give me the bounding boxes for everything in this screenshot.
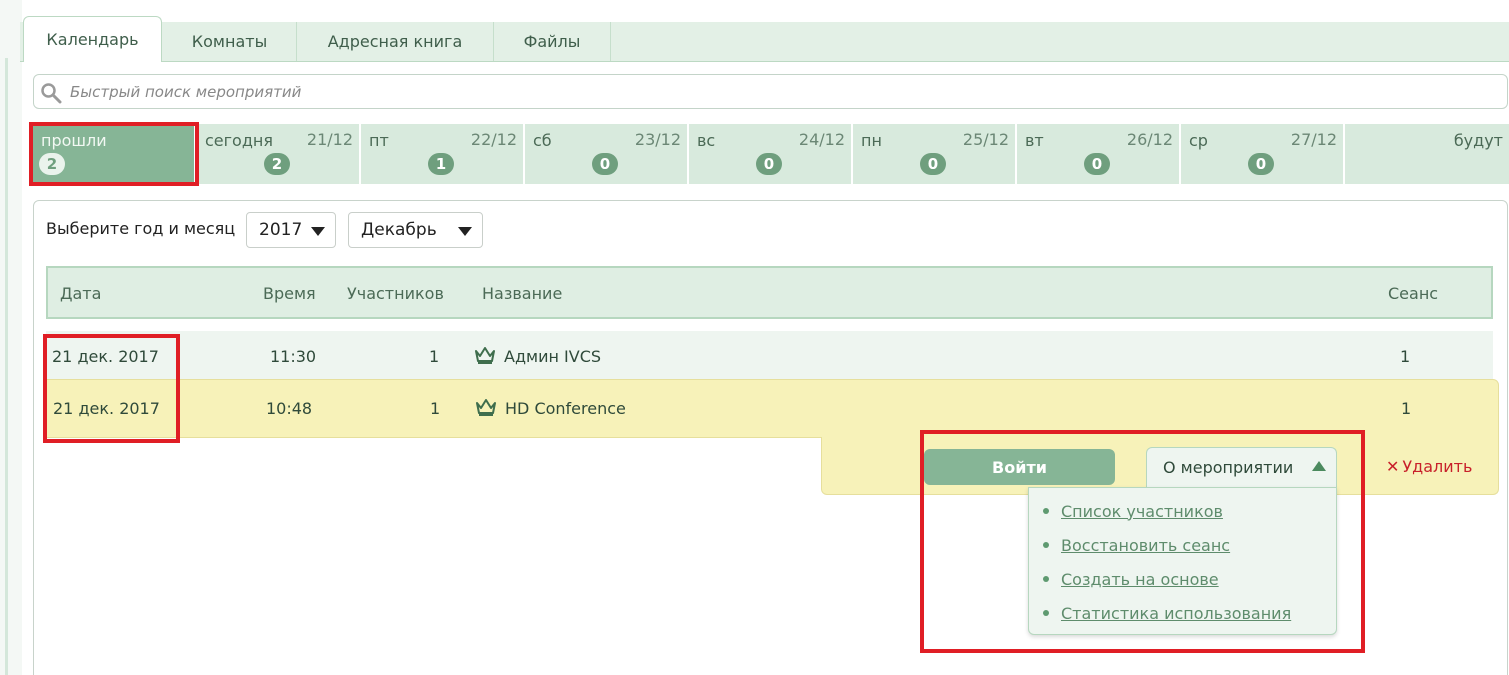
table-header: Дата Время Участников Название Сеанс xyxy=(46,266,1493,319)
row-date: 21 дек. 2017 xyxy=(52,347,159,366)
year-select[interactable]: 2017 xyxy=(246,212,336,248)
day-sat[interactable]: сб 23/12 0 xyxy=(525,124,689,184)
column-time[interactable]: Время xyxy=(263,284,316,303)
table-row[interactable]: 21 дек. 2017 11:30 1 Админ IVCS 1 xyxy=(46,331,1493,381)
row-time: 10:48 xyxy=(266,399,313,418)
day-date: 25/12 xyxy=(962,130,1009,149)
menu-item-usage-stats[interactable]: Статистика использования xyxy=(1043,602,1291,624)
day-name: пн xyxy=(861,131,882,150)
day-name: будут xyxy=(1453,131,1503,150)
delete-label: Удалить xyxy=(1402,457,1473,476)
menu-item-restore-session[interactable]: Восстановить сеанс xyxy=(1043,534,1230,556)
day-count-badge: 0 xyxy=(592,153,618,175)
about-event-button[interactable]: О мероприятии xyxy=(1146,447,1337,487)
chevron-down-icon xyxy=(311,227,325,236)
day-count-badge: 0 xyxy=(756,153,782,175)
tab-rooms[interactable]: Комнаты xyxy=(163,22,297,61)
bullet-icon xyxy=(1043,610,1049,616)
tab-files[interactable]: Файлы xyxy=(494,22,611,61)
day-name: ср xyxy=(1189,131,1208,150)
bullet-icon xyxy=(1043,576,1049,582)
tab-address-book-label: Адресная книга xyxy=(327,32,463,51)
tab-rooms-label: Комнаты xyxy=(191,32,268,51)
day-count-badge: 0 xyxy=(920,153,946,175)
day-mon[interactable]: пн 25/12 0 xyxy=(853,124,1017,184)
join-button[interactable]: Войти xyxy=(924,449,1115,485)
row-name: HD Conference xyxy=(505,399,626,418)
row-date: 21 дек. 2017 xyxy=(53,399,160,418)
menu-item-create-based-on[interactable]: Создать на основе xyxy=(1043,568,1219,590)
day-past[interactable]: прошли 2 xyxy=(33,124,196,184)
day-count-badge: 1 xyxy=(428,153,454,175)
search-icon xyxy=(41,83,62,104)
delete-button[interactable]: ✕ Удалить xyxy=(1386,457,1472,476)
day-count-badge: 0 xyxy=(1084,153,1110,175)
about-event-menu: Список участников Восстановить сеанс Соз… xyxy=(1028,487,1337,635)
day-name: вс xyxy=(697,131,716,150)
row-participants: 1 xyxy=(429,347,440,366)
day-count-badge: 2 xyxy=(264,153,290,175)
month-select-value: Декабрь xyxy=(361,220,437,240)
crown-icon xyxy=(475,347,495,364)
menu-item-label: Создать на основе xyxy=(1061,569,1219,589)
column-participants[interactable]: Участников xyxy=(347,284,444,303)
day-name: сб xyxy=(533,131,552,150)
bullet-icon xyxy=(1043,542,1049,548)
menu-item-participants-list[interactable]: Список участников xyxy=(1043,500,1223,522)
menu-item-label: Список участников xyxy=(1061,501,1223,521)
day-date: 26/12 xyxy=(1126,130,1173,149)
day-date: 23/12 xyxy=(634,130,681,149)
left-rail-line xyxy=(5,58,8,675)
search-input[interactable] xyxy=(70,79,1490,105)
crown-icon xyxy=(476,399,496,416)
day-date: 22/12 xyxy=(470,130,517,149)
year-select-value: 2017 xyxy=(259,220,303,240)
close-icon: ✕ xyxy=(1386,457,1400,476)
join-button-label: Войти xyxy=(992,457,1047,477)
chevron-up-icon xyxy=(1312,461,1326,471)
day-name: вт xyxy=(1025,131,1044,150)
tab-calendar-label: Календарь xyxy=(46,30,139,49)
tab-files-label: Файлы xyxy=(523,32,581,51)
day-count-badge: 2 xyxy=(39,153,65,175)
search-bar xyxy=(33,74,1508,109)
day-wed[interactable]: ср 27/12 0 xyxy=(1181,124,1345,184)
menu-item-label: Статистика использования xyxy=(1061,603,1292,623)
left-rail xyxy=(0,0,22,675)
day-tue[interactable]: вт 26/12 0 xyxy=(1017,124,1181,184)
month-select[interactable]: Декабрь xyxy=(348,212,483,248)
column-date[interactable]: Дата xyxy=(60,284,101,303)
tab-bar: Календарь Комнаты Адресная книга Файлы xyxy=(20,16,1509,62)
row-participants: 1 xyxy=(430,399,441,418)
day-name: пт xyxy=(369,131,389,150)
menu-item-label: Восстановить сеанс xyxy=(1061,535,1231,555)
day-fri[interactable]: пт 22/12 1 xyxy=(361,124,525,184)
day-name: сегодня xyxy=(205,131,273,150)
table-row-selected[interactable]: 21 дек. 2017 10:48 1 HD Conference 1 xyxy=(46,379,1499,438)
tab-calendar[interactable]: Календарь xyxy=(23,16,162,62)
year-month-label: Выберите год и месяц xyxy=(46,219,236,238)
chevron-down-icon xyxy=(458,227,472,236)
day-today[interactable]: сегодня 21/12 2 xyxy=(197,124,361,184)
day-date: 24/12 xyxy=(798,130,845,149)
row-time: 11:30 xyxy=(270,347,317,366)
bullet-icon xyxy=(1043,508,1049,514)
column-session[interactable]: Сеанс xyxy=(1388,284,1438,303)
tab-address-book[interactable]: Адресная книга xyxy=(297,22,494,61)
row-name: Админ IVCS xyxy=(504,347,602,366)
day-date: 21/12 xyxy=(306,130,353,149)
day-sun[interactable]: вс 24/12 0 xyxy=(689,124,853,184)
row-session: 1 xyxy=(1400,347,1411,366)
day-strip: прошли 2 сегодня 21/12 2 пт 22/12 1 сб 2… xyxy=(33,124,1509,184)
about-event-label: О мероприятии xyxy=(1163,458,1294,477)
day-future[interactable]: будут xyxy=(1345,124,1509,184)
day-count-badge: 0 xyxy=(1248,153,1274,175)
column-name[interactable]: Название xyxy=(482,284,562,303)
row-session: 1 xyxy=(1401,399,1412,418)
day-name: прошли xyxy=(41,131,107,150)
day-date: 27/12 xyxy=(1290,130,1337,149)
